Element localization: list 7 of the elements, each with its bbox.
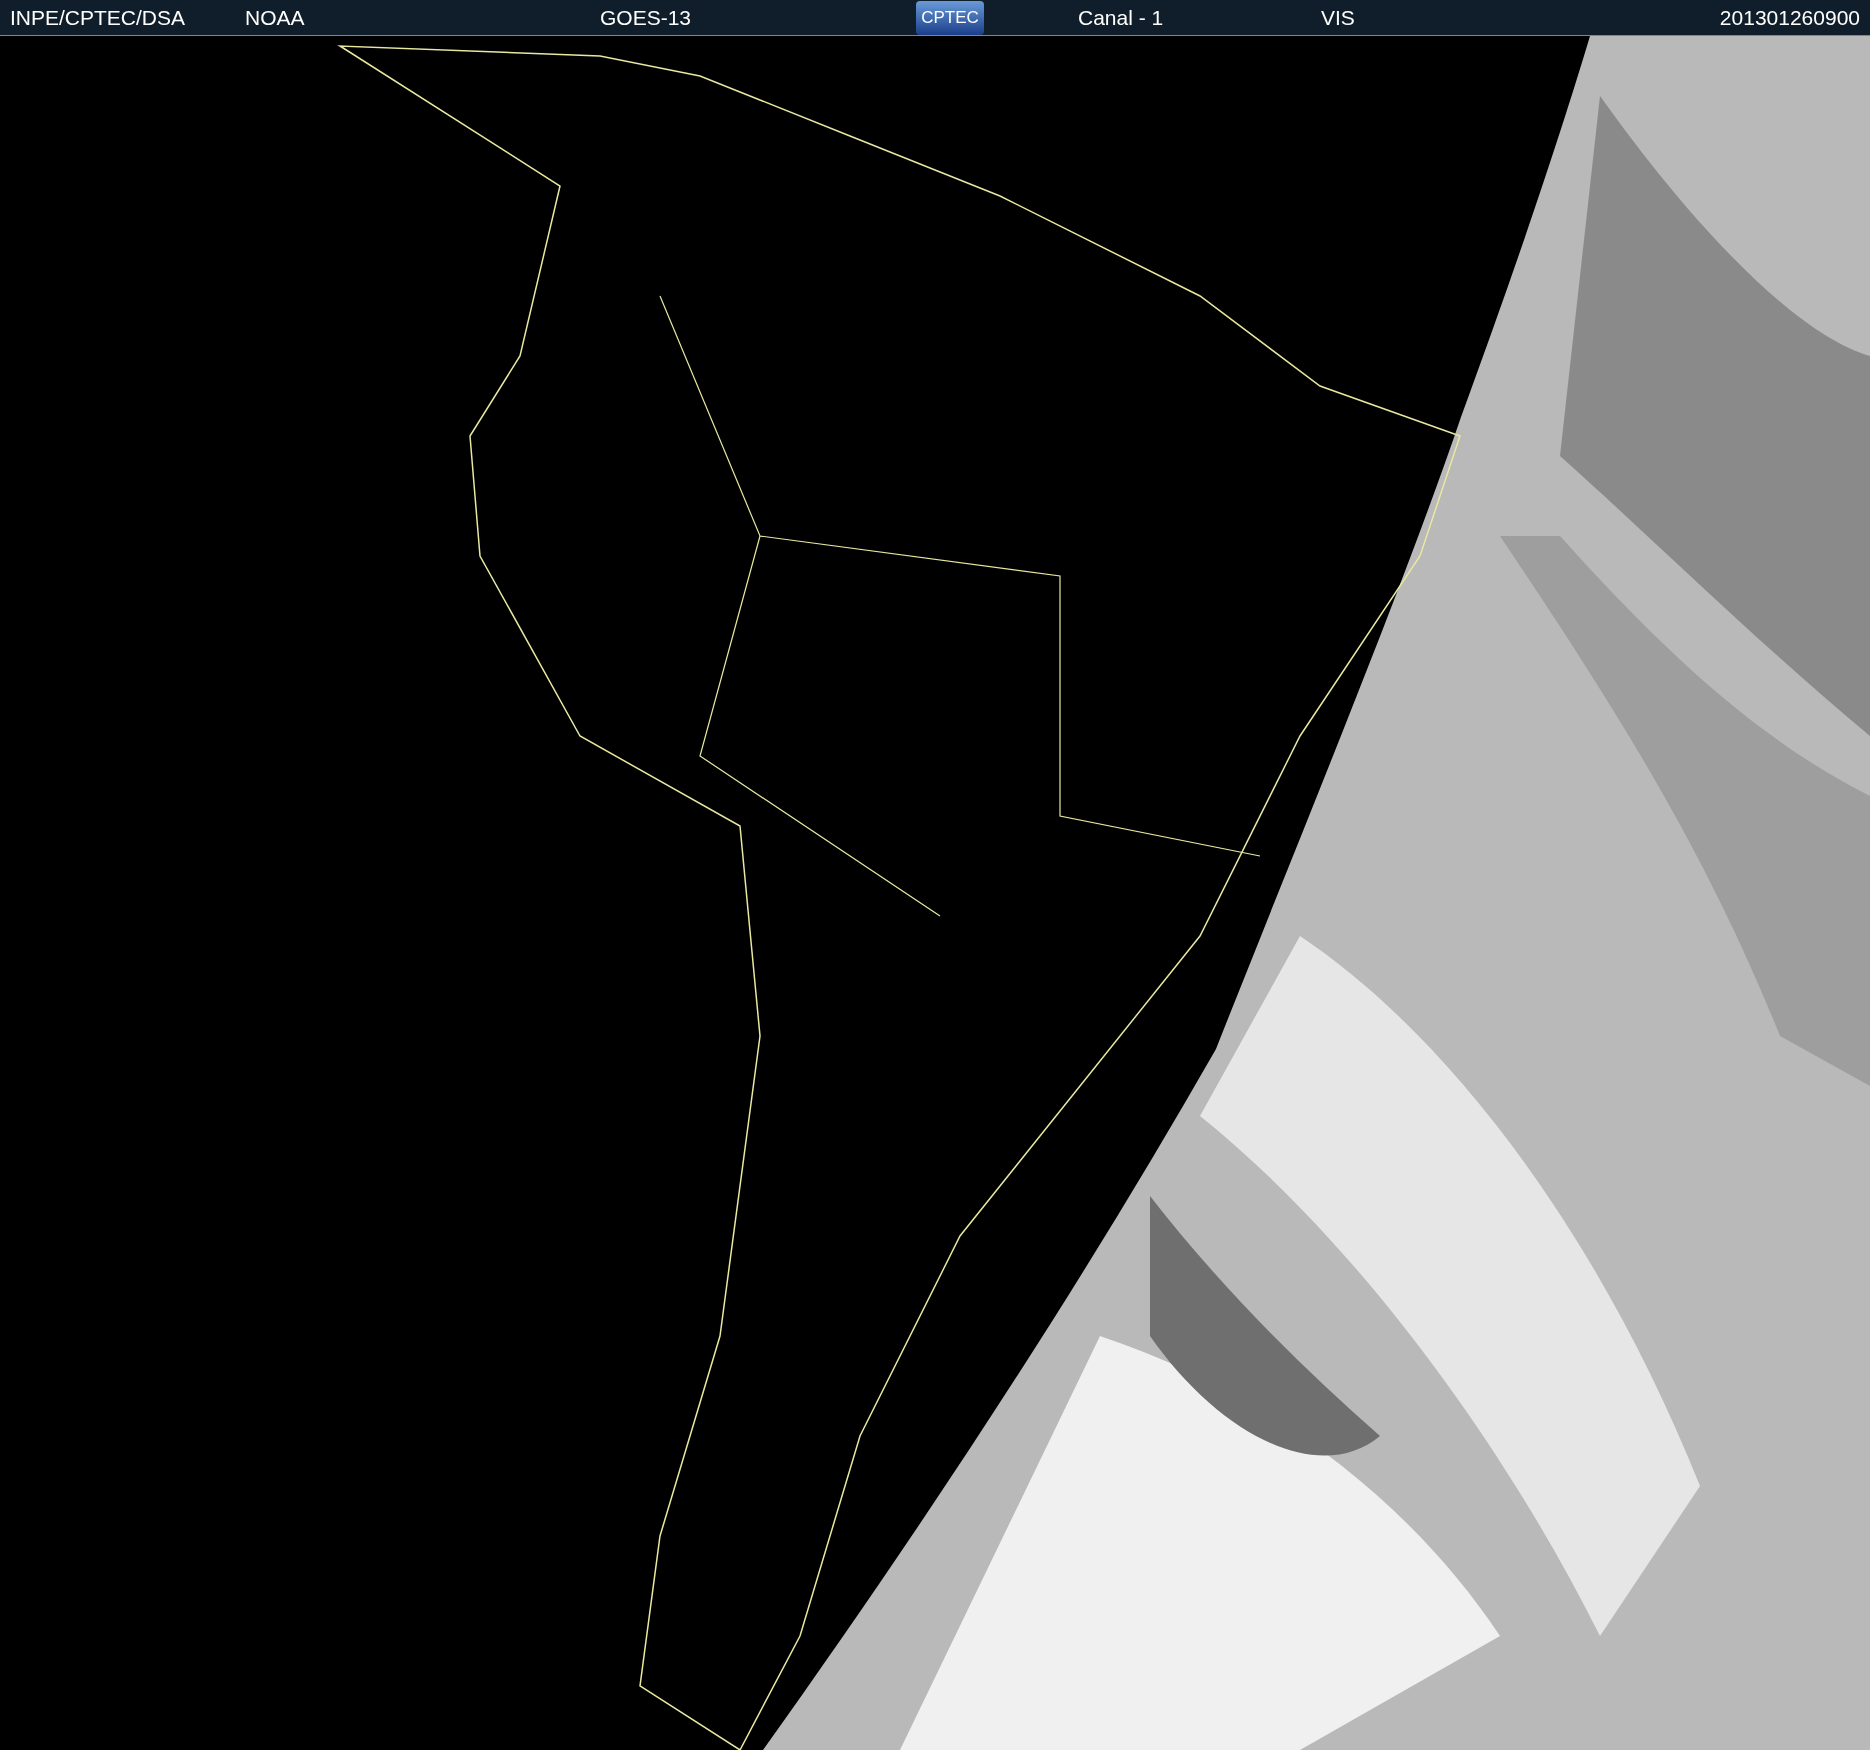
band-label: VIS (1321, 4, 1355, 31)
source-label: INPE/CPTEC/DSA (10, 4, 187, 31)
timestamp-label: 201301260900 (1719, 4, 1860, 31)
agency-label: NOAA (245, 4, 306, 31)
channel-label: Canal - 1 (1078, 4, 1165, 31)
satellite-label: GOES-13 (600, 4, 693, 31)
logo: CPTEC (916, 0, 984, 35)
